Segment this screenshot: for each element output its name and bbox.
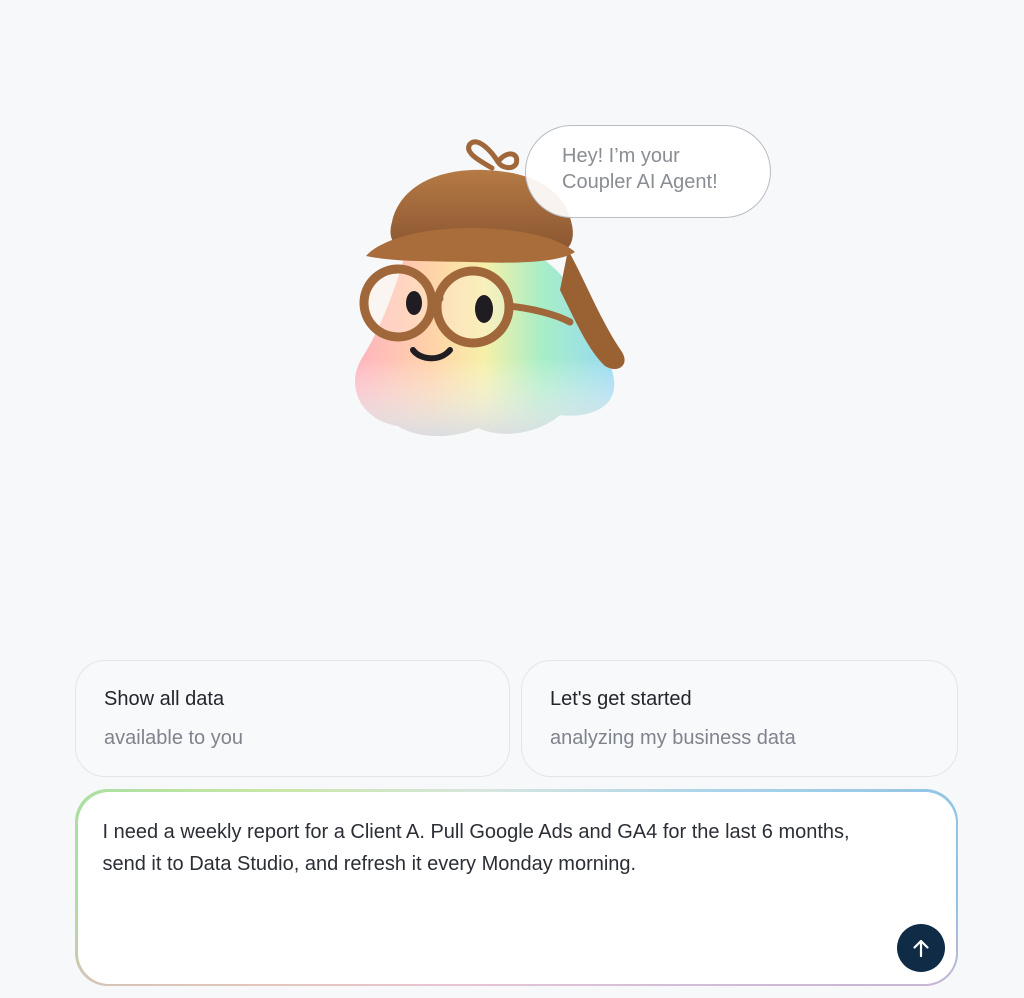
greeting-line-1: Hey! I’m your [562, 145, 680, 167]
greeting-line-2: Coupler AI Agent! [562, 171, 718, 193]
suggestion-show-all-data-button[interactable]: Show all data available to you [75, 660, 510, 777]
prompt-input-area[interactable]: I need a weekly report for a Client A. P… [77, 791, 956, 984]
ai-agent-page: Hey! I’m your Coupler AI Agent! Show all… [0, 0, 1024, 998]
greeting-speech-bubble: Hey! I’m your Coupler AI Agent! [525, 125, 771, 218]
suggestion-get-started-button[interactable]: Let's get started analyzing my business … [521, 660, 958, 777]
prompt-input[interactable]: I need a weekly report for a Client A. P… [103, 816, 896, 880]
suggestion-subtitle: available to you [104, 727, 243, 749]
send-button[interactable] [896, 923, 945, 972]
suggestion-subtitle: analyzing my business data [550, 727, 796, 749]
arrow-up-icon [912, 939, 929, 957]
prompt-composer: I need a weekly report for a Client A. P… [75, 789, 958, 986]
suggestion-title: Show all data [104, 688, 225, 710]
suggestion-title: Let's get started [550, 688, 692, 710]
